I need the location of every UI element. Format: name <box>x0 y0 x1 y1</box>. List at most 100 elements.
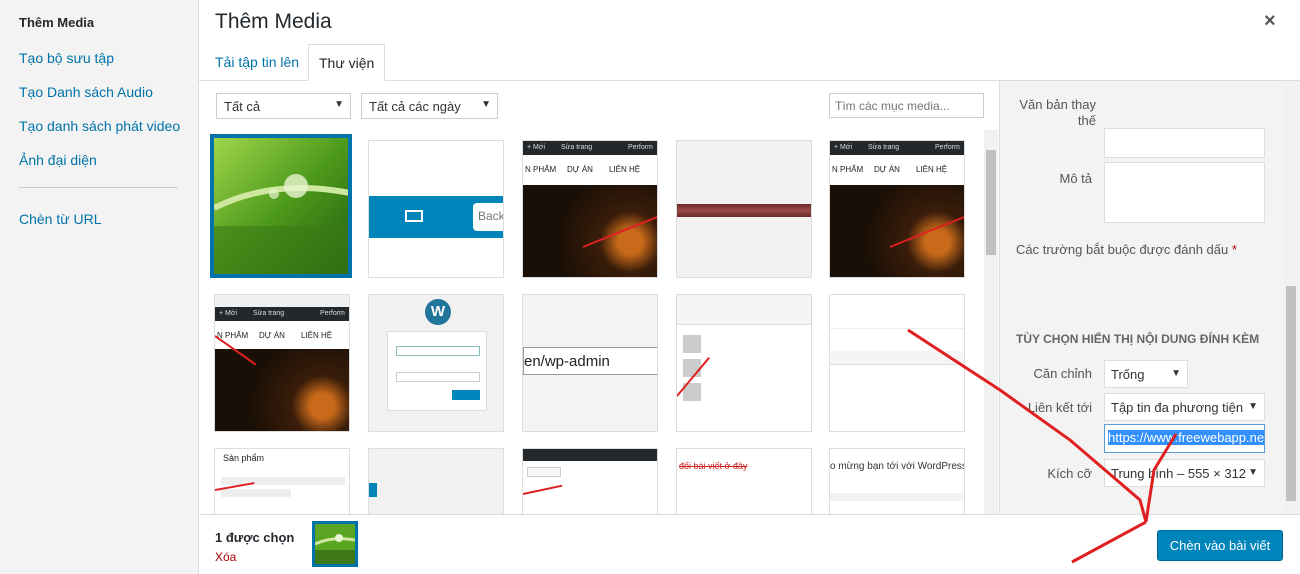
products-title-image: Sản phẩm <box>223 453 265 463</box>
tab-media-library[interactable]: Thư viện <box>308 44 386 81</box>
menu-item-featured-image[interactable]: Ảnh đại diện <box>19 152 97 168</box>
attachment-thumbnail[interactable] <box>368 448 504 514</box>
chevron-down-icon: ▼ <box>1248 401 1258 412</box>
selection-count: 1 được chọn <box>215 530 295 545</box>
attachment-thumbnail[interactable]: o mừng bạn tới với WordPress 4.9 <box>829 448 965 514</box>
attachment-thumbnail[interactable]: + Mới Sửa trang Perform N PHẨM DỰ ÁN LIÊN HỆ <box>522 140 658 278</box>
media-menu: Thêm Media Tạo bộ sưu tập Tạo Danh sách … <box>0 0 199 574</box>
tab-upload-files[interactable]: Tải tập tin lên <box>205 44 309 81</box>
date-filter-select[interactable]: Tất cả các ngày ▼ <box>361 93 498 119</box>
sidebar-scrollbar[interactable] <box>1284 81 1298 514</box>
maroon-stripe-image <box>677 204 811 217</box>
attachment-thumbnail[interactable]: Sản phẩm <box>214 448 350 514</box>
welcome-text-image: o mừng bạn tới với WordPress 4.9 <box>830 461 965 472</box>
site-nav-image: N PHẨM DỰ ÁN LIÊN HỆ <box>523 155 657 185</box>
type-filter-value: Tất cả <box>224 99 261 114</box>
required-asterisk: * <box>1231 242 1237 257</box>
site-nav-image: N PHẨM DỰ ÁN LIÊN HỆ <box>830 155 964 185</box>
annotation-line <box>523 484 563 495</box>
link-url-value: https://www.freewebapp.net <box>1108 430 1264 445</box>
edit-link-text-image: đổi bài viết ở đây <box>679 461 748 471</box>
menu-title: Thêm Media <box>19 15 95 30</box>
attachment-thumbnail[interactable]: W <box>368 294 504 432</box>
attachment-thumbnail[interactable] <box>522 448 658 514</box>
alignment-select[interactable]: Trống ▼ <box>1104 360 1188 388</box>
attachment-thumbnail[interactable]: en/wp-admin <box>522 294 658 432</box>
required-fields-note-text: Các trường bắt buộc được đánh dấu <box>1016 242 1229 257</box>
attachment-thumbnail[interactable] <box>829 294 965 432</box>
attachment-thumbnail[interactable]: đổi bài viết ở đây <box>676 448 812 514</box>
filter-row-image <box>221 489 291 497</box>
attachment-thumbnail[interactable] <box>676 140 812 278</box>
url-bar-image: en/wp-admin <box>523 347 657 375</box>
admin-bar-image: + Mới Sửa trang Perform <box>523 141 657 155</box>
browser-bar-image <box>215 295 349 307</box>
blue-tab-image <box>369 483 377 497</box>
alt-text-label: Văn bản thay thế <box>1019 97 1096 128</box>
description-field[interactable] <box>1104 162 1265 223</box>
chevron-down-icon: ▼ <box>481 99 491 110</box>
link-to-select[interactable]: Tập tin đa phương tiện ▼ <box>1104 393 1265 421</box>
attachment-thumbnail[interactable]: + Mới Sửa trang Perform N PHẨM DỰ ÁN LIÊN HỆ <box>829 140 965 278</box>
frame-title: Thêm Media <box>215 10 332 33</box>
placeholder-image <box>683 335 701 353</box>
size-value: Trung bình – 555 × 312 <box>1111 466 1247 481</box>
menu-item-create-video-playlist[interactable]: Tạo danh sách phát video <box>19 118 180 134</box>
editor-toolbar-image <box>830 351 964 365</box>
chevron-down-icon: ▼ <box>1248 467 1258 478</box>
display-settings-heading: TÙY CHỌN HIỂN THỊ NỘI DUNG ĐÍNH KÈM <box>1016 332 1260 346</box>
back-button-image: Back <box>473 203 503 231</box>
alt-text-field[interactable] <box>1104 128 1265 158</box>
sidebar-scrollbar-thumb[interactable] <box>1286 286 1296 501</box>
menu-item-create-audio-playlist[interactable]: Tạo Danh sách Audio <box>19 84 153 100</box>
attachment-thumbnail[interactable]: Back <box>368 140 504 278</box>
menu-item-insert-from-url[interactable]: Chèn từ URL <box>19 211 102 227</box>
description-label: Mô tả <box>1059 171 1092 186</box>
grid-scrollbar-thumb[interactable] <box>986 150 996 255</box>
link-to-value: Tập tin đa phương tiện <box>1111 400 1244 415</box>
admin-header-image <box>677 295 811 325</box>
attachment-thumbnail[interactable] <box>676 294 812 432</box>
link-url-field[interactable]: https://www.freewebapp.net <box>1104 424 1265 453</box>
size-select[interactable]: Trung bình – 555 × 312 ▼ <box>1104 459 1265 487</box>
attachments-grid: ✔ Back + MớiSửa trangPerform N PHẨMDỰ ÁN… <box>199 130 999 514</box>
attachment-thumbnail-selected[interactable]: ✔ <box>210 134 352 278</box>
login-form-image <box>387 331 487 411</box>
required-fields-note: Các trường bắt buộc được đánh dấu * <box>1016 242 1237 257</box>
admin-bar-image: + Mới Sửa trang Perform <box>215 307 349 321</box>
site-nav-image: N PHẨM DỰ ÁN LIÊN HỆ <box>215 321 349 351</box>
wordpress-logo-icon: W <box>425 299 451 325</box>
editor-row-image <box>830 317 964 329</box>
size-label: Kích cỡ <box>1047 466 1092 481</box>
site-photo-image <box>830 185 964 277</box>
close-icon[interactable]: × <box>1264 10 1276 33</box>
site-photo-image <box>215 349 349 431</box>
search-input[interactable] <box>829 93 984 118</box>
alignment-label: Căn chỉnh <box>1033 366 1092 381</box>
menu-item-create-gallery[interactable]: Tạo bộ sưu tập <box>19 50 114 66</box>
chevron-down-icon: ▼ <box>1171 368 1181 379</box>
checkmark-icon[interactable]: ✔ <box>350 141 352 165</box>
attachment-details-sidebar: Văn bản thay thế Mô tả Các trường bắt bu… <box>999 81 1300 514</box>
menu-separator <box>19 187 178 188</box>
selected-thumbnail[interactable] <box>312 521 358 567</box>
admin-bar-image <box>523 449 657 461</box>
attachment-thumbnail[interactable]: + Mới Sửa trang Perform N PHẨM DỰ ÁN LIÊN HỆ <box>214 294 350 432</box>
chevron-down-icon: ▼ <box>334 99 344 110</box>
tab-row-image <box>830 493 964 501</box>
water-drop-image <box>214 138 348 274</box>
alignment-value: Trống <box>1111 367 1145 382</box>
date-filter-value: Tất cả các ngày <box>369 99 461 114</box>
site-photo-image <box>523 185 657 277</box>
water-drop-image <box>315 524 355 564</box>
button-image <box>527 467 561 477</box>
link-to-label: Liên kết tới <box>1027 400 1092 415</box>
router-tabs: Tải tập tin lên Thư viện <box>199 44 1300 81</box>
monitor-icon <box>405 210 423 222</box>
type-filter-select[interactable]: Tất cả ▼ <box>216 93 351 119</box>
admin-bar-image: + Mới Sửa trang Perform <box>830 141 964 155</box>
clear-selection-link[interactable]: Xóa <box>215 550 236 564</box>
insert-into-post-button[interactable]: Chèn vào bài viết <box>1157 530 1283 561</box>
media-toolbar-footer: 1 được chọn Xóa Chèn vào bài viết <box>199 514 1300 574</box>
grid-scrollbar[interactable] <box>984 130 998 514</box>
